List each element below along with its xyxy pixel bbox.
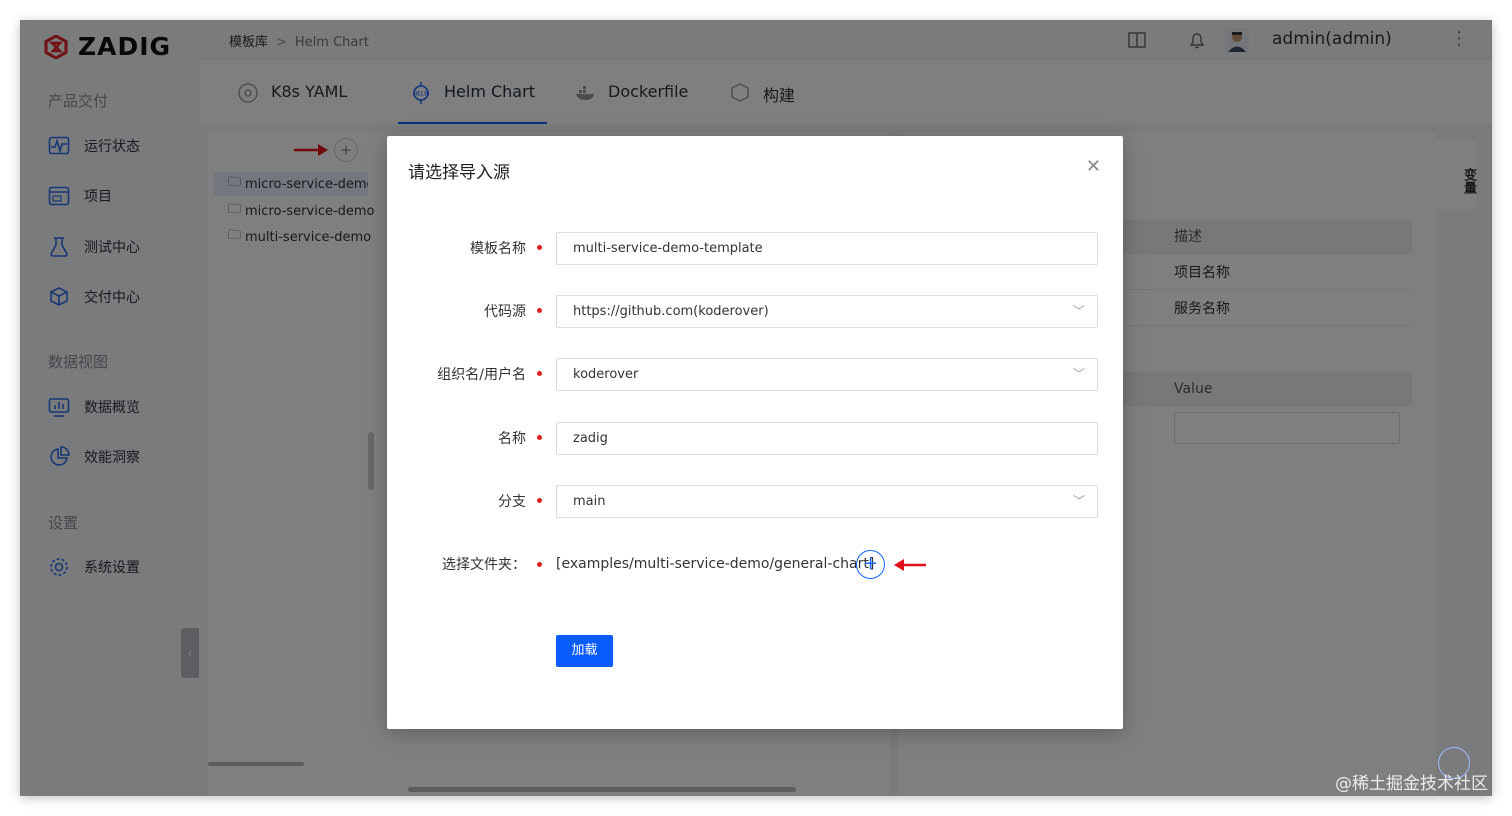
chevron-down-icon: ﹀ xyxy=(1072,494,1085,508)
required-dot-icon xyxy=(537,498,542,503)
branch-select[interactable]: main ﹀ xyxy=(556,485,1098,518)
chevron-down-icon: ﹀ xyxy=(1072,367,1085,381)
folder-label: 选择文件夹： xyxy=(442,557,526,573)
repo-name-input[interactable]: zadig xyxy=(556,422,1098,455)
code-source-select[interactable]: https://github.com(koderover) ﹀ xyxy=(556,295,1098,328)
org-value: koderover xyxy=(573,367,639,382)
required-dot-icon xyxy=(537,245,542,250)
template-name-label: 模板名称 xyxy=(470,241,526,257)
load-button[interactable]: 加载 xyxy=(556,635,613,667)
code-source-label: 代码源 xyxy=(484,304,526,320)
watermark: @稀土掘金技术社区 xyxy=(1335,774,1488,794)
app-window: ZADIG 产品交付 运行状态 项目 测试中心 交付中心 数据视图 数据概览 效… xyxy=(20,20,1492,796)
import-source-dialog: 请选择导入源 ✕ 模板名称 multi-service-demo-templat… xyxy=(387,136,1123,729)
required-dot-icon xyxy=(537,308,542,313)
annotation-arrow-icon xyxy=(894,559,926,571)
select-folder-button[interactable]: + xyxy=(856,550,885,579)
branch-value: main xyxy=(573,494,606,509)
close-icon[interactable]: ✕ xyxy=(1086,156,1101,177)
required-dot-icon xyxy=(537,435,542,440)
template-name-input[interactable]: multi-service-demo-template xyxy=(556,232,1098,265)
chevron-down-icon: ﹀ xyxy=(1072,304,1085,318)
branch-label: 分支 xyxy=(498,494,526,510)
required-dot-icon xyxy=(537,371,542,376)
repo-name-label: 名称 xyxy=(498,431,526,447)
org-select[interactable]: koderover ﹀ xyxy=(556,358,1098,391)
folder-path: [examples/multi-service-demo/general-cha… xyxy=(556,556,875,572)
org-label: 组织名/用户名 xyxy=(437,367,526,383)
code-source-value: https://github.com(koderover) xyxy=(573,304,769,319)
required-dot-icon xyxy=(537,562,542,567)
dialog-title: 请选择导入源 xyxy=(408,163,510,183)
